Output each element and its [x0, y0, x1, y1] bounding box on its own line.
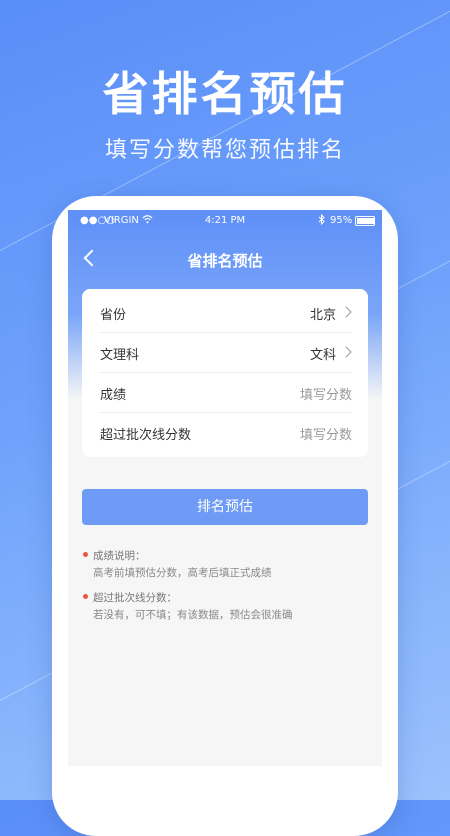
notes-section: 成绩说明： 高考前填预估分数，高考后填正式成绩 超过批次线分数： 若没有，可不填…	[82, 548, 368, 632]
chevron-right-icon	[340, 306, 352, 318]
form-row-score[interactable]: 成绩 填写分数	[98, 373, 352, 413]
form-label: 文理科	[100, 348, 140, 363]
score-input[interactable]: 填写分数	[300, 384, 352, 403]
note-text: 若没有，可不填；有该数据，预估会很准确	[93, 609, 293, 621]
note-heading: 成绩说明：	[93, 550, 146, 562]
battery-percent: 95%	[330, 215, 353, 226]
bullet-dot-icon	[83, 552, 88, 557]
over-line-score-input[interactable]: 填写分数	[300, 424, 352, 443]
form-label: 超过批次线分数	[100, 428, 192, 443]
estimate-rank-button[interactable]: 排名预估	[82, 489, 368, 525]
form-label: 成绩	[100, 388, 127, 403]
note-heading: 超过批次线分数：	[93, 592, 177, 604]
form-row-over-line[interactable]: 超过批次线分数 填写分数	[98, 413, 352, 452]
note-item: 成绩说明： 高考前填预估分数，高考后填正式成绩	[82, 548, 368, 582]
page-title: 省排名预估	[187, 252, 263, 270]
chevron-right-icon	[340, 346, 352, 358]
navbar: 省排名预估	[68, 242, 382, 278]
promo-title: 省排名预估	[102, 67, 348, 121]
status-bar: ●●○○ VIRGIN 4:21 PM 95%	[68, 210, 382, 232]
province-value: 北京	[309, 308, 336, 323]
bullet-dot-icon	[83, 594, 88, 599]
battery-icon	[355, 216, 375, 226]
subject-value: 文科	[309, 348, 336, 363]
form-row-province[interactable]: 省份 北京	[98, 293, 352, 333]
form-label: 省份	[100, 308, 127, 323]
promo-subtitle: 填写分数帮您预估排名	[104, 138, 345, 163]
bluetooth-icon	[318, 213, 325, 228]
app-screen: ●●○○ VIRGIN 4:21 PM 95% 省排名预估 省份 北京 文理科 …	[68, 210, 382, 766]
form-card: 省份 北京 文理科 文科 成绩 填写分数 超过批次线分数 填写分数	[82, 289, 368, 457]
note-item: 超过批次线分数： 若没有，可不填；有该数据，预估会很准确	[82, 590, 368, 624]
note-text: 高考前填预估分数，高考后填正式成绩	[93, 567, 272, 579]
form-row-subject[interactable]: 文理科 文科	[98, 333, 352, 373]
